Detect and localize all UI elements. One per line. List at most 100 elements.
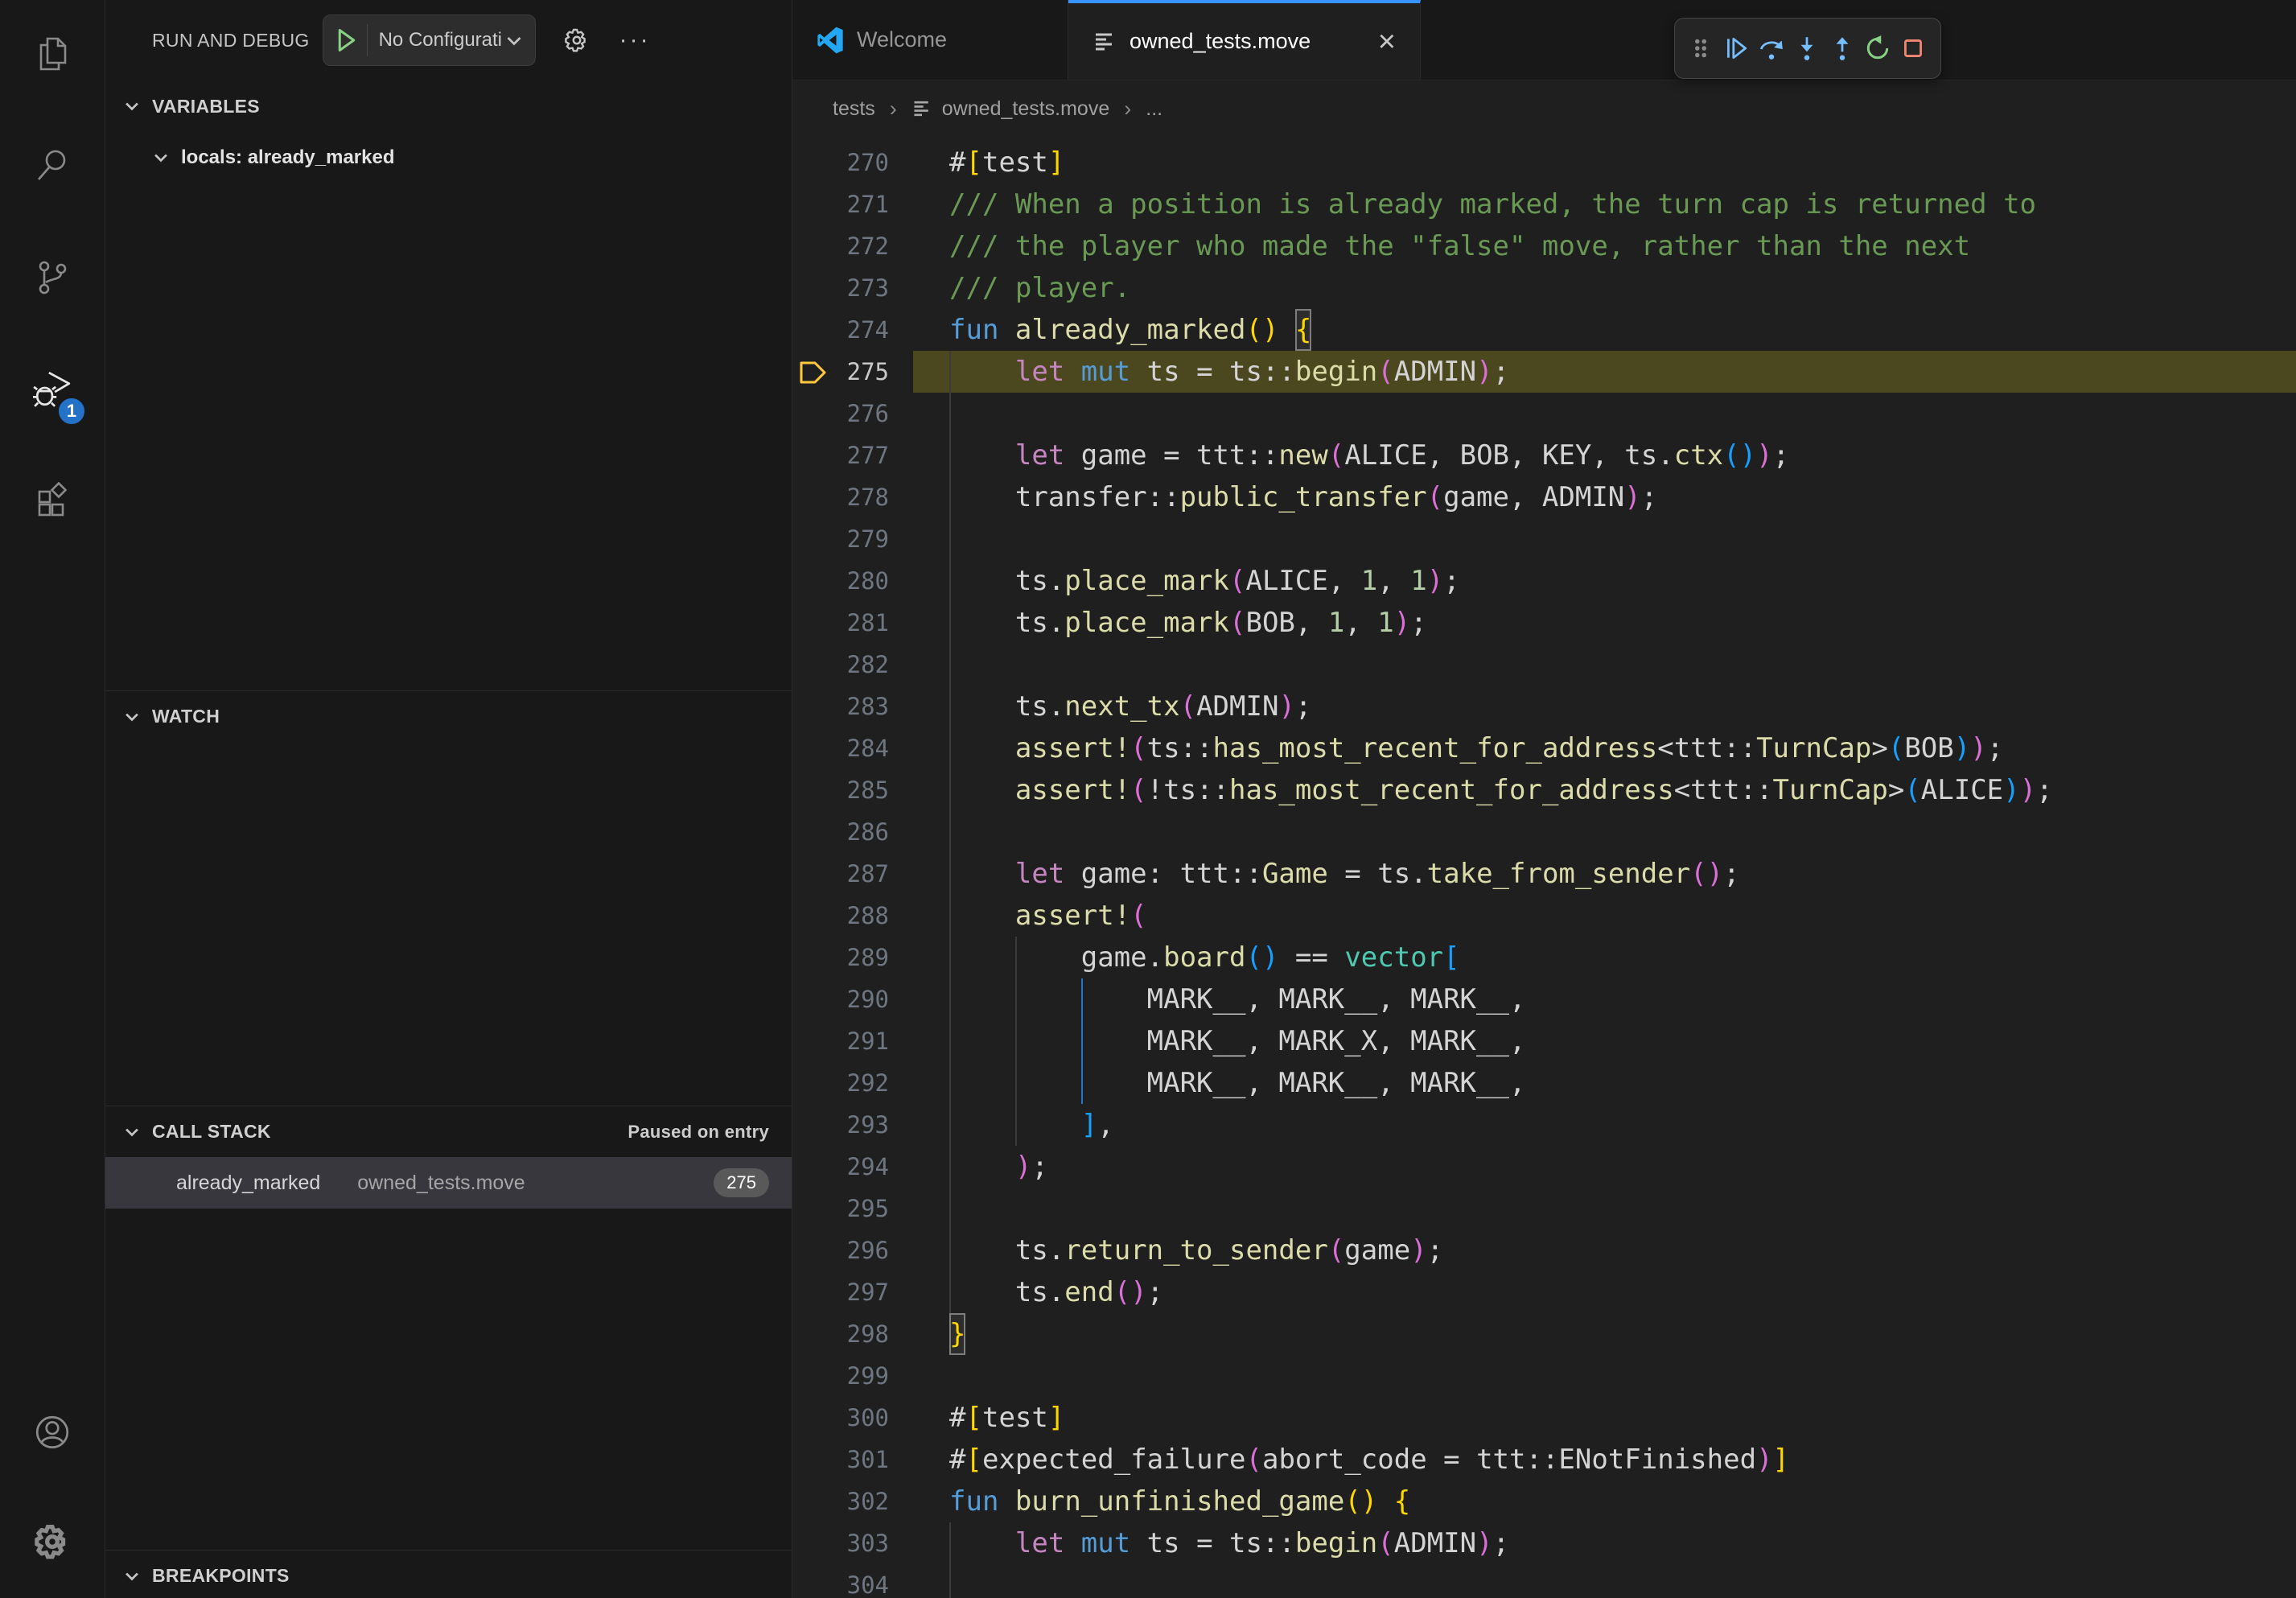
gutter[interactable]: 274: [792, 309, 913, 351]
code-line-content[interactable]: ts.place_mark(BOB, 1, 1);: [913, 602, 2296, 644]
gutter[interactable]: 273: [792, 267, 913, 309]
code-line-content[interactable]: assert!(ts::has_most_recent_for_address<…: [913, 727, 2296, 769]
gutter[interactable]: 292: [792, 1062, 913, 1104]
breakpoints-section-header[interactable]: BREAKPOINTS: [105, 1550, 792, 1598]
code-area[interactable]: 270#[test]271/// When a position is alre…: [792, 137, 2296, 1598]
gutter[interactable]: 283: [792, 686, 913, 727]
code-line-279[interactable]: 279: [792, 518, 2296, 560]
gutter[interactable]: 270: [792, 142, 913, 183]
breadcrumb-item-file[interactable]: owned_tests.move: [911, 97, 1109, 121]
code-line-271[interactable]: 271/// When a position is already marked…: [792, 183, 2296, 225]
sidebar-item-extensions[interactable]: [0, 447, 105, 559]
gutter[interactable]: 279: [792, 518, 913, 560]
gutter[interactable]: 294: [792, 1146, 913, 1188]
code-line-content[interactable]: fun burn_unfinished_game() {: [913, 1481, 2296, 1522]
code-line-content[interactable]: ts.place_mark(ALICE, 1, 1);: [913, 560, 2296, 602]
variables-section-header[interactable]: VARIABLES: [105, 80, 792, 132]
watch-section-header[interactable]: WATCH: [105, 690, 792, 742]
code-line-301[interactable]: 301#[expected_failure(abort_code = ttt::…: [792, 1439, 2296, 1481]
gutter[interactable]: 291: [792, 1020, 913, 1062]
gutter[interactable]: 296: [792, 1229, 913, 1271]
code-line-285[interactable]: 285assert!(!ts::has_most_recent_for_addr…: [792, 769, 2296, 811]
code-line-294[interactable]: 294);: [792, 1146, 2296, 1188]
code-line-content[interactable]: [913, 518, 2296, 560]
code-line-content[interactable]: let mut ts = ts::begin(ADMIN);: [913, 351, 2296, 393]
gutter[interactable]: 299: [792, 1355, 913, 1397]
code-line-content[interactable]: ],: [913, 1104, 2296, 1146]
code-line-content[interactable]: let game: ttt::Game = ts.take_from_sende…: [913, 853, 2296, 895]
toolbar-drag-handle[interactable]: [1683, 24, 1718, 72]
code-line-content[interactable]: ts.end();: [913, 1271, 2296, 1313]
tab-owned-tests-move[interactable]: owned_tests.move ×: [1068, 0, 1421, 80]
code-line-274[interactable]: 274fun already_marked() {: [792, 309, 2296, 351]
code-line-content[interactable]: let mut ts = ts::begin(ADMIN);: [913, 1522, 2296, 1564]
sidebar-item-search[interactable]: [0, 112, 105, 224]
code-line-content[interactable]: let game = ttt::new(ALICE, BOB, KEY, ts.…: [913, 435, 2296, 476]
start-debug-button[interactable]: [323, 24, 368, 56]
code-line-content[interactable]: [913, 1355, 2296, 1397]
code-line-277[interactable]: 277let game = ttt::new(ALICE, BOB, KEY, …: [792, 435, 2296, 476]
code-line-content[interactable]: /// When a position is already marked, t…: [913, 183, 2296, 225]
code-line-content[interactable]: }: [913, 1313, 2296, 1355]
gutter[interactable]: 278: [792, 476, 913, 518]
sidebar-item-run-and-debug[interactable]: 1: [0, 336, 105, 447]
gutter[interactable]: 285: [792, 769, 913, 811]
breadcrumb-item-symbol[interactable]: ...: [1146, 97, 1162, 121]
code-line-286[interactable]: 286: [792, 811, 2296, 853]
gutter[interactable]: 277: [792, 435, 913, 476]
call-stack-frame[interactable]: already_marked owned_tests.move 275: [105, 1157, 792, 1209]
code-line-270[interactable]: 270#[test]: [792, 142, 2296, 183]
close-icon[interactable]: ×: [1378, 27, 1396, 57]
code-line-content[interactable]: ts.return_to_sender(game);: [913, 1229, 2296, 1271]
code-line-304[interactable]: 304: [792, 1564, 2296, 1598]
gutter[interactable]: 303: [792, 1522, 913, 1564]
gutter[interactable]: 295: [792, 1188, 913, 1229]
account-button[interactable]: [0, 1379, 105, 1489]
gutter[interactable]: 281: [792, 602, 913, 644]
code-line-content[interactable]: game.board() == vector[: [913, 937, 2296, 978]
gutter[interactable]: 276: [792, 393, 913, 435]
gutter[interactable]: 284: [792, 727, 913, 769]
code-line-content[interactable]: MARK__, MARK__, MARK__,: [913, 1062, 2296, 1104]
more-actions-icon[interactable]: ···: [619, 28, 651, 52]
code-line-289[interactable]: 289game.board() == vector[: [792, 937, 2296, 978]
gutter[interactable]: 300: [792, 1397, 913, 1439]
code-line-288[interactable]: 288assert!(: [792, 895, 2296, 937]
sidebar-item-explorer[interactable]: [0, 0, 105, 112]
code-line-287[interactable]: 287let game: ttt::Game = ts.take_from_se…: [792, 853, 2296, 895]
code-line-272[interactable]: 272/// the player who made the "false" m…: [792, 225, 2296, 267]
code-line-280[interactable]: 280ts.place_mark(ALICE, 1, 1);: [792, 560, 2296, 602]
code-line-content[interactable]: [913, 1564, 2296, 1598]
code-line-content[interactable]: #[expected_failure(abort_code = ttt::ENo…: [913, 1439, 2296, 1481]
code-line-275[interactable]: 275let mut ts = ts::begin(ADMIN);: [792, 351, 2296, 393]
code-line-300[interactable]: 300#[test]: [792, 1397, 2296, 1439]
gutter[interactable]: 289: [792, 937, 913, 978]
code-line-content[interactable]: [913, 1188, 2296, 1229]
gutter[interactable]: 287: [792, 853, 913, 895]
gutter[interactable]: 301: [792, 1439, 913, 1481]
code-line-296[interactable]: 296ts.return_to_sender(game);: [792, 1229, 2296, 1271]
code-line-content[interactable]: MARK__, MARK__, MARK__,: [913, 978, 2296, 1020]
code-line-281[interactable]: 281ts.place_mark(BOB, 1, 1);: [792, 602, 2296, 644]
gutter[interactable]: 297: [792, 1271, 913, 1313]
step-over-button[interactable]: [1754, 24, 1789, 72]
code-line-276[interactable]: 276: [792, 393, 2296, 435]
code-line-content[interactable]: #[test]: [913, 1397, 2296, 1439]
gutter[interactable]: 290: [792, 978, 913, 1020]
gutter[interactable]: 293: [792, 1104, 913, 1146]
code-line-content[interactable]: /// the player who made the "false" move…: [913, 225, 2296, 267]
code-line-283[interactable]: 283ts.next_tx(ADMIN);: [792, 686, 2296, 727]
gutter[interactable]: 302: [792, 1481, 913, 1522]
code-line-293[interactable]: 293],: [792, 1104, 2296, 1146]
tab-welcome[interactable]: Welcome: [792, 0, 1068, 80]
code-line-284[interactable]: 284assert!(ts::has_most_recent_for_addre…: [792, 727, 2296, 769]
code-line-302[interactable]: 302fun burn_unfinished_game() {: [792, 1481, 2296, 1522]
stop-button[interactable]: [1895, 24, 1931, 72]
debug-config-dropdown[interactable]: No Configurations: [323, 14, 536, 66]
code-line-content[interactable]: [913, 811, 2296, 853]
code-line-content[interactable]: #[test]: [913, 142, 2296, 183]
gutter[interactable]: 282: [792, 644, 913, 686]
gutter[interactable]: 304: [792, 1564, 913, 1598]
variables-scope-row[interactable]: locals: already_marked: [105, 132, 792, 183]
code-line-290[interactable]: 290MARK__, MARK__, MARK__,: [792, 978, 2296, 1020]
